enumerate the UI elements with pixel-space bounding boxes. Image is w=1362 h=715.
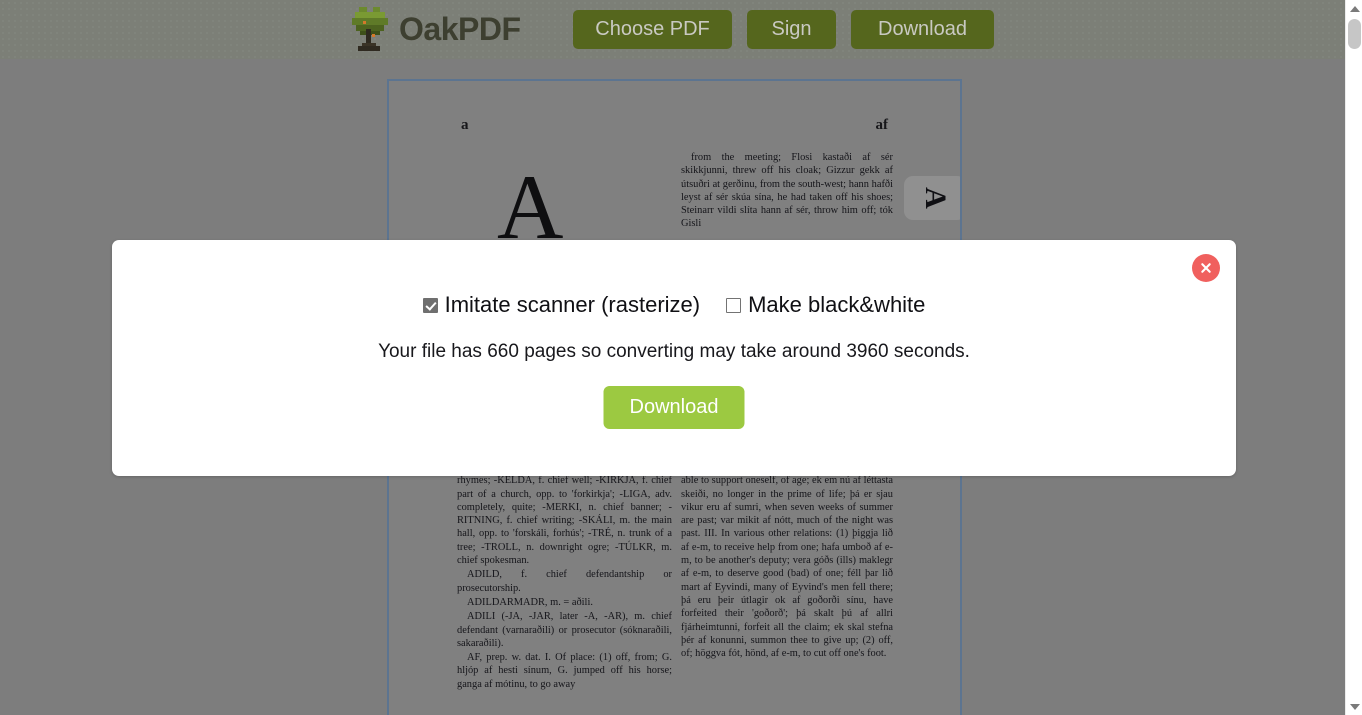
modal-options: Imitate scanner (rasterize) Make black&w… [112, 292, 1236, 318]
make-black-white-label: Make black&white [748, 292, 926, 317]
page-scrollbar[interactable] [1345, 0, 1362, 715]
modal-download-button[interactable]: Download [603, 386, 745, 429]
close-x-glyph [1201, 263, 1211, 273]
conversion-modal: Imitate scanner (rasterize) Make black&w… [112, 240, 1236, 476]
app-root: a af A from the meeting; Flosi kastaði a… [0, 0, 1362, 715]
imitate-scanner-label: Imitate scanner (rasterize) [444, 292, 701, 317]
checkbox-checked-icon[interactable] [422, 297, 438, 313]
scrollbar-thumb[interactable] [1348, 19, 1361, 49]
chevron-down-icon[interactable] [1346, 698, 1362, 715]
close-icon[interactable] [1192, 254, 1220, 282]
chevron-up-icon[interactable] [1346, 0, 1362, 17]
make-black-white-checkbox[interactable]: Make black&white [726, 292, 925, 318]
imitate-scanner-checkbox[interactable]: Imitate scanner (rasterize) [422, 292, 701, 318]
checkbox-unchecked-icon[interactable] [726, 297, 742, 313]
conversion-message: Your file has 660 pages so converting ma… [378, 341, 970, 362]
